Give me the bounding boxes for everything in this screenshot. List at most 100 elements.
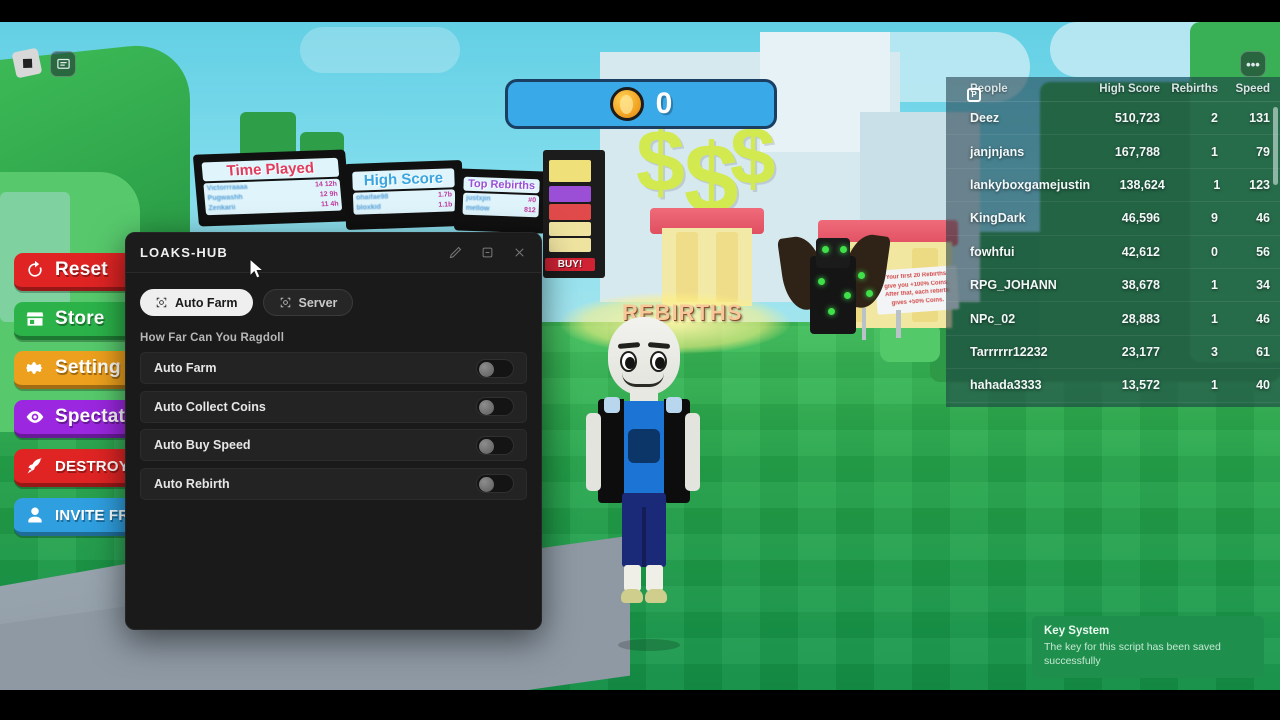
avatar-shoulder: [666, 397, 682, 413]
hub-tabs: Auto Farm Server: [140, 289, 527, 316]
leaderboard-row[interactable]: Tarrrrrr12232 23,177 3 61: [946, 336, 1280, 370]
leaderboard-row[interactable]: fowhfui 42,612 0 56: [946, 236, 1280, 269]
npc-avatar[interactable]: [777, 231, 891, 347]
billboard-row: mellow 812: [466, 204, 536, 217]
leaderboard-row[interactable]: Deez 510,723 2 131: [946, 102, 1280, 136]
tab-server[interactable]: Server: [262, 289, 354, 316]
toggle-knob: [479, 400, 494, 415]
screenshot-root: $ $ $ REBIRTHS Time Played Victorrraaaa …: [0, 0, 1280, 720]
leaderboard-rebirths: 1: [1211, 378, 1218, 393]
leaderboard-high-score: 23,177: [1121, 344, 1160, 359]
leaderboard-player-name: NPc_02: [970, 311, 1016, 326]
leaderboard-high-score: 46,596: [1121, 211, 1160, 226]
kiosk-screen: [549, 204, 591, 220]
toggle-knob: [479, 477, 494, 492]
leaderboard-rebirths: 1: [1211, 311, 1218, 326]
leaderboard-row[interactable]: lankyboxgamejustin 138,624 1 123: [946, 169, 1280, 203]
tab-label: Auto Farm: [175, 295, 238, 310]
hub-item-label: Auto Collect Coins: [154, 399, 266, 414]
avatar-arm-left: [586, 413, 601, 491]
billboard-high-score: High Score ohaifae98 1.7b bloxkid 1.1b: [343, 159, 465, 231]
hub-window-actions: [447, 245, 527, 261]
chat-glyph: [56, 58, 70, 69]
hub-item-label: Auto Farm: [154, 361, 217, 375]
roblox-logo-icon[interactable]: [11, 47, 43, 79]
billboard-row-name: ohaifae98: [355, 193, 389, 202]
leaderboard-high-score: 38,678: [1121, 278, 1160, 293]
target-icon: [280, 297, 290, 308]
billboard-row-value: 11 4h: [320, 200, 339, 209]
minimize-icon[interactable]: [479, 245, 495, 261]
tab-auto-farm[interactable]: Auto Farm: [140, 289, 253, 316]
sidebar-item-label: Store: [55, 308, 105, 329]
billboard-row: bloxkid 1.1b: [356, 200, 452, 213]
leaderboard-high-score: 42,612: [1121, 244, 1160, 259]
tab-label: Server: [298, 295, 338, 310]
premium-badge-icon: P: [967, 88, 981, 102]
minimize-glyph: [482, 247, 492, 258]
edit-glyph: [449, 246, 461, 259]
player-avatar[interactable]: [572, 317, 712, 651]
billboard-rows: Victorrraaaa 14 12h Pugwashh 12 9h Zenka…: [203, 178, 343, 216]
edit-icon[interactable]: [447, 245, 463, 261]
sidebar-item-label: Setting: [55, 357, 121, 378]
billboard-time-played: Time Played Victorrraaaa 14 12h Pugwashh…: [192, 149, 352, 227]
hub-item-auto-farm[interactable]: Auto Farm: [140, 352, 527, 384]
leaderboard-high-score: 28,883: [1121, 311, 1160, 326]
billboard-row-name: mellow: [465, 204, 490, 213]
hub-item-auto-buy-speed[interactable]: Auto Buy Speed: [140, 429, 527, 461]
avatar-shoulder: [604, 397, 620, 413]
gear-icon: [24, 357, 46, 379]
more-options-button[interactable]: •••: [1240, 51, 1266, 77]
premium-badge-glyph: P: [971, 90, 977, 99]
hub-item-label: Auto Buy Speed: [154, 438, 251, 452]
avatar-shoe: [645, 589, 667, 603]
leaderboard-rebirths: 1: [1211, 144, 1218, 159]
npc-glow-dot: [822, 246, 829, 253]
leaderboard-row[interactable]: NPc_02 28,883 1 46: [946, 302, 1280, 336]
toggle-auto-farm[interactable]: [476, 358, 514, 378]
leaderboard-panel[interactable]: People High Score Rebirths Speed Deez 51…: [946, 77, 1280, 407]
billboard-top-rebirths: Top Rebirths justxjin #0 mellow 812: [453, 168, 549, 234]
avatar-shadow: [618, 639, 680, 651]
leaderboard-scrollbar[interactable]: [1273, 107, 1278, 185]
leaderboard-row[interactable]: janjnjans 167,788 1 79: [946, 135, 1280, 169]
hub-section-label: How Far Can You Ragdoll: [140, 332, 285, 344]
leaderboard-rebirths: 9: [1211, 211, 1218, 226]
game-viewport[interactable]: $ $ $ REBIRTHS Time Played Victorrraaaa …: [0, 22, 1280, 690]
avatar-eye: [620, 351, 637, 372]
leaderboard-speed: 79: [1256, 144, 1270, 159]
leaderboard-high-score: 13,572: [1121, 378, 1160, 393]
avatar-pupil: [655, 357, 665, 369]
loaks-hub-panel[interactable]: LOAKS-HUB Auto Farm Server How Far Can Y…: [125, 232, 542, 630]
leaderboard-rebirths: 1: [1213, 177, 1221, 192]
toast-message: The key for this script has been saved s…: [1044, 641, 1221, 668]
chat-icon[interactable]: [50, 51, 76, 77]
toggle-auto-rebirth[interactable]: [476, 474, 514, 493]
toggle-auto-collect-coins[interactable]: [476, 397, 514, 416]
npc-glow-dot: [840, 246, 847, 253]
leaderboard-speed: 56: [1256, 244, 1270, 259]
hub-titlebar[interactable]: LOAKS-HUB: [126, 233, 541, 273]
leaderboard-row[interactable]: KingDark 46,596 9 46: [946, 202, 1280, 236]
leaderboard-row[interactable]: hahada3333 13,572 1 40: [946, 369, 1280, 403]
toggle-auto-buy-speed[interactable]: [476, 435, 514, 455]
avatar-sock: [646, 565, 663, 591]
close-icon[interactable]: [511, 245, 527, 261]
billboard-row-name: Zenkarii: [208, 204, 236, 213]
avatar-shirt-print: [628, 429, 660, 463]
npc-glow-dot: [818, 278, 825, 285]
hub-item-auto-collect-coins[interactable]: Auto Collect Coins: [140, 390, 527, 423]
hub-item-auto-rebirth[interactable]: Auto Rebirth: [140, 467, 527, 500]
leaderboard-speed: 61: [1256, 344, 1270, 359]
leaderboard-speed: 34: [1256, 278, 1270, 293]
reset-icon: [24, 259, 46, 281]
buy-button[interactable]: BUY!: [545, 258, 595, 271]
toast-title: Key System: [1044, 625, 1110, 637]
close-glyph: [514, 248, 524, 257]
leaderboard-row[interactable]: RPG_JOHANN 38,678 1 34: [946, 269, 1280, 303]
leaderboard-speed: 46: [1256, 311, 1270, 326]
billboard-row-value: 812: [523, 206, 536, 215]
leaderboard-rebirths: 0: [1211, 244, 1218, 259]
avatar-eye: [650, 351, 667, 372]
